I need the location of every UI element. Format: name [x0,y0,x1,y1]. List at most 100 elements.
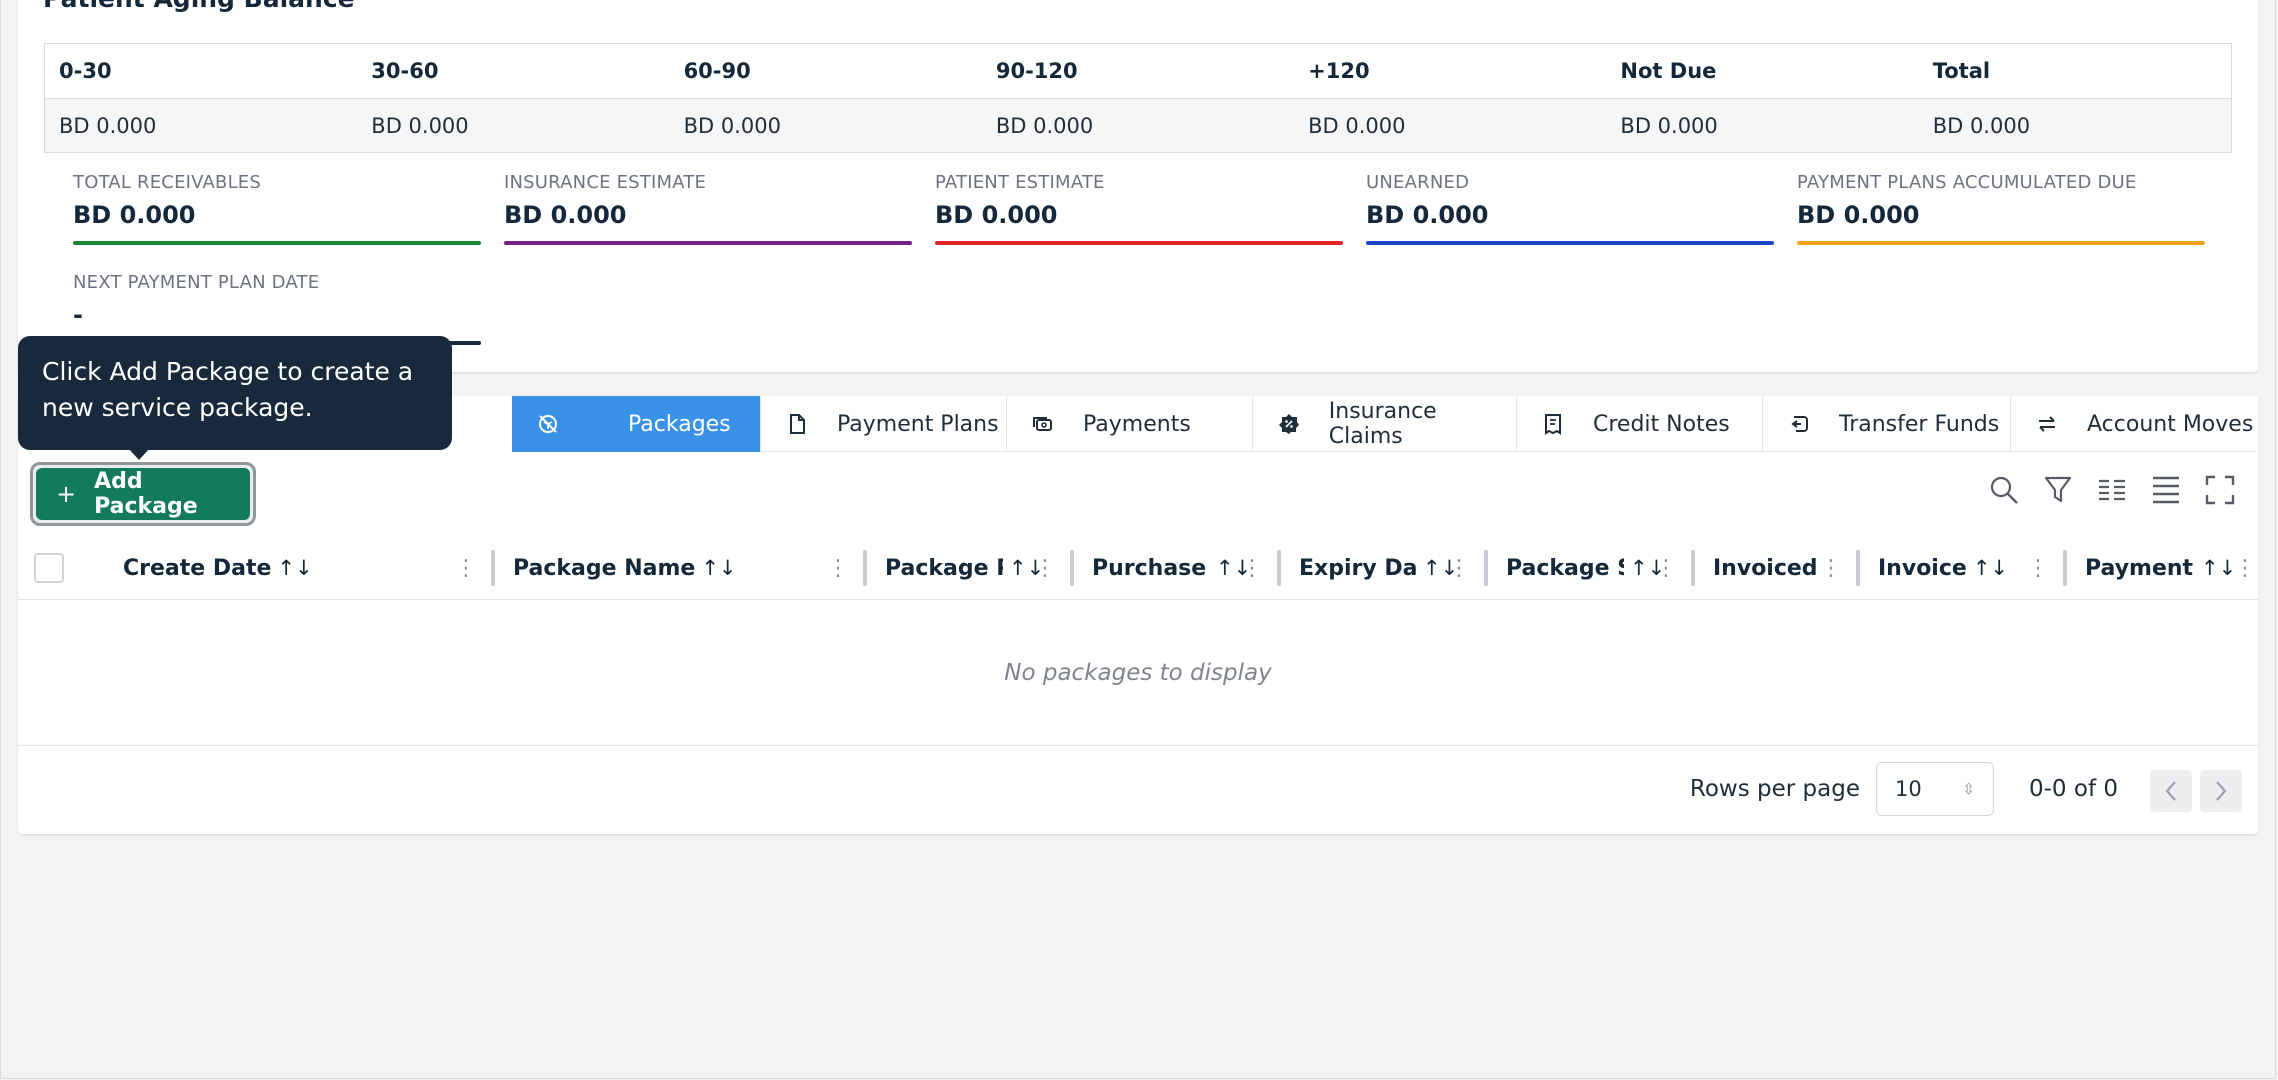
select-all-checkbox[interactable] [34,553,64,583]
pagination-range: 0-0 of 0 [2029,776,2118,802]
kpi-unearned: UNEARNED BD 0.000 [1366,172,1774,245]
cash-icon [1031,412,1055,436]
kpi-underline [73,241,481,245]
aging-value-30-60: BD 0.000 [371,113,469,138]
tooltip-line-1: Click Add Package to create a [42,357,414,386]
tab-label: Insurance Claims [1328,399,1437,449]
kpi-underline [1366,241,1774,245]
aging-balance-title: Patient Aging Balance [43,0,355,13]
tab-label: Transfer Funds [1839,411,2000,437]
tab-label: Credit Notes [1593,411,1730,437]
package-off-icon [536,412,560,436]
aging-values-row: BD 0.000 BD 0.000 BD 0.000 BD 0.000 BD 0… [45,98,2231,152]
tab-label: Payments [1083,411,1191,437]
column-payment-status[interactable]: Payment S ↑↓ ⋮ [2067,536,2258,600]
sort-icon[interactable]: ↑↓ [277,556,312,580]
search-icon[interactable] [1988,474,2020,506]
add-package-label: Add Package [94,469,198,519]
tab-packages[interactable]: Packages [512,396,760,452]
kpi-label: PATIENT ESTIMATE [935,172,1105,193]
column-package-status[interactable]: Package St ↑↓ ⋮ [1488,536,1695,600]
density-icon[interactable] [2150,474,2182,506]
aging-header-row: 0-30 30-60 60-90 90-120 +120 Not Due Tot… [45,44,2231,98]
column-create-date[interactable]: Create Date ↑↓ ⋮ [123,536,495,600]
kpi-next-payment-plan-date: NEXT PAYMENT PLAN DATE - [73,272,481,345]
kpi-value: BD 0.000 [1797,201,1920,229]
filter-icon[interactable] [2042,474,2074,506]
column-package-name[interactable]: Package Name ↑↓ ⋮ [495,536,867,600]
aging-value-120-plus: BD 0.000 [1308,113,1406,138]
kpi-underline [935,241,1343,245]
sort-icon[interactable]: ↑↓ [1973,556,2008,580]
empty-state-message: No packages to display [18,600,2258,746]
tab-label: Account Moves [2087,411,2254,437]
table-toolbar [1988,474,2236,506]
aging-balance-card: Patient Aging Balance 0-30 30-60 60-90 9… [18,0,2258,372]
aging-value-0-30: BD 0.000 [59,113,157,138]
aging-header-not-due: Not Due [1620,59,1717,83]
packages-card: Packages Payment Plans Payments Insuranc… [18,396,2258,834]
kpi-label: UNEARNED [1366,172,1470,193]
add-package-button[interactable]: + Add Package [36,468,250,520]
kpi-label: INSURANCE ESTIMATE [504,172,707,193]
kpi-patient-estimate: PATIENT ESTIMATE BD 0.000 [935,172,1343,245]
kpi-value: - [73,301,83,329]
column-label: Package Name [513,555,696,581]
kpi-total-receivables: TOTAL RECEIVABLES BD 0.000 [73,172,481,245]
kpi-value: BD 0.000 [504,201,627,229]
rows-per-page-select[interactable]: 10 ⇳ [1876,762,1994,816]
document-icon [785,412,809,436]
column-menu-icon[interactable]: ⋮ [1820,556,1842,581]
tab-payments[interactable]: Payments [1006,396,1252,452]
tab-credit-notes[interactable]: Credit Notes [1516,396,1762,452]
sort-icon[interactable]: ↑↓ [2201,556,2236,580]
column-menu-icon[interactable]: ⋮ [1655,556,1677,581]
column-menu-icon[interactable]: ⋮ [455,556,477,581]
aging-header-90-120: 90-120 [995,59,1078,83]
kpi-value: BD 0.000 [1366,201,1489,229]
column-menu-icon[interactable]: ⋮ [1241,556,1263,581]
aging-value-60-90: BD 0.000 [683,113,781,138]
aging-value-not-due: BD 0.000 [1620,113,1718,138]
column-label: Invoice [1878,555,1967,581]
kpi-label: NEXT PAYMENT PLAN DATE [73,272,320,293]
account-tabs: Packages Payment Plans Payments Insuranc… [512,396,2256,452]
column-invoice[interactable]: Invoice ↑↓ ⋮ [1860,536,2067,600]
tab-account-moves[interactable]: Account Moves [2010,396,2256,452]
tooltip-arrow [128,448,150,460]
next-page-button[interactable] [2200,770,2242,812]
chevron-updown-icon: ⇳ [1962,780,1975,798]
aging-header-60-90: 60-90 [683,59,751,83]
table-header: Create Date ↑↓ ⋮ Package Name ↑↓ ⋮ Packa… [18,536,2258,600]
sort-icon[interactable]: ↑↓ [701,556,736,580]
kpi-label: TOTAL RECEIVABLES [73,172,262,193]
tab-payment-plans[interactable]: Payment Plans [760,396,1006,452]
kpi-underline [504,241,912,245]
kpi-payment-plans-accumulated-due: PAYMENT PLANS ACCUMULATED DUE BD 0.000 [1797,172,2205,245]
column-package-price[interactable]: Package Pr ↑↓ ⋮ [867,536,1074,600]
tab-label: Packages [628,411,731,437]
column-expiry-date[interactable]: Expiry Date ↑↓ ⋮ [1281,536,1488,600]
previous-page-button[interactable] [2150,770,2192,812]
rows-per-page-value: 10 [1895,777,1922,801]
columns-icon[interactable] [2096,474,2128,506]
aging-header-total: Total [1932,59,1991,83]
fullscreen-icon[interactable] [2204,474,2236,506]
aging-value-total: BD 0.000 [1932,113,2031,138]
transfer-icon [1787,412,1811,436]
aging-header-120-plus: +120 [1308,59,1370,83]
column-menu-icon[interactable]: ⋮ [827,556,849,581]
onboarding-tooltip: Click Add Package to create a new servic… [18,336,452,450]
column-menu-icon[interactable]: ⋮ [1034,556,1056,581]
kpi-value: BD 0.000 [935,201,1058,229]
tab-insurance-claims[interactable]: Insurance Claims [1252,396,1516,452]
receipt-icon [1541,412,1565,436]
column-menu-icon[interactable]: ⋮ [2234,556,2256,581]
tab-transfer-funds[interactable]: Transfer Funds [1762,396,2010,452]
column-menu-icon[interactable]: ⋮ [2027,556,2049,581]
aging-value-90-120: BD 0.000 [995,113,1094,138]
column-label: Purchase D [1092,555,1210,581]
column-invoiced[interactable]: Invoiced ⋮ [1695,536,1860,600]
column-purchase-date[interactable]: Purchase D ↑↓ ⋮ [1074,536,1281,600]
column-menu-icon[interactable]: ⋮ [1448,556,1470,581]
